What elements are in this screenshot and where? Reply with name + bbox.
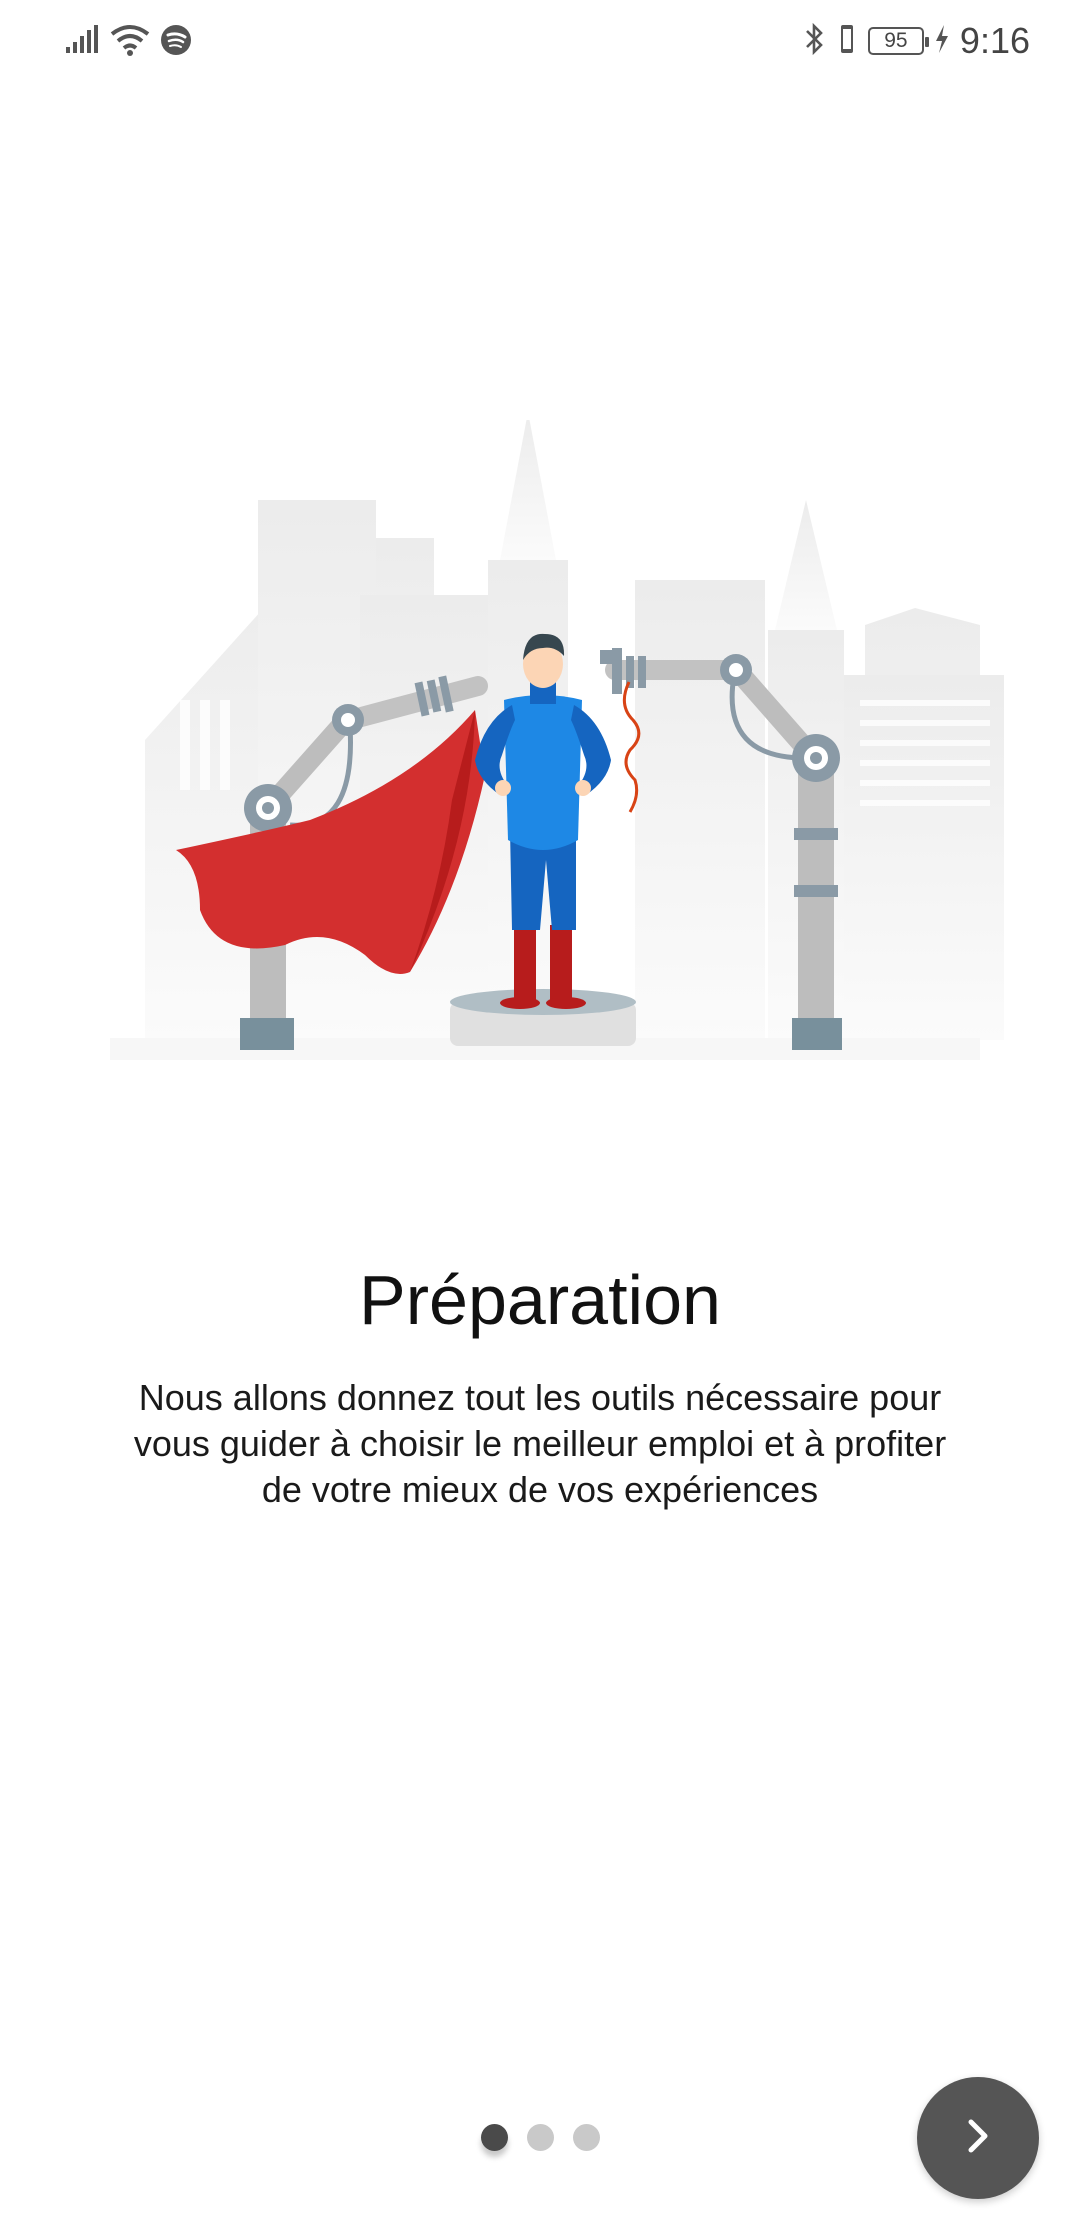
page-indicator (481, 2124, 600, 2151)
battery-level: 95 (884, 29, 908, 52)
page-dot-1[interactable] (481, 2124, 508, 2151)
page-dot-3[interactable] (573, 2124, 600, 2151)
spotify-icon (160, 24, 192, 61)
status-bar: 95 9:16 (0, 0, 1080, 80)
status-left-icons (66, 22, 192, 62)
chevron-right-icon (955, 2113, 1001, 2164)
onboarding-title: Préparation (359, 1261, 721, 1339)
battery-indicator: 95 (867, 27, 929, 55)
pedestal (450, 989, 636, 1046)
page-dot-2[interactable] (527, 2124, 554, 2151)
charging-icon (934, 24, 950, 59)
clock: 9:16 (959, 20, 1030, 61)
vibrate-icon (836, 22, 858, 61)
onboarding-description: Nous allons donnez tout les outils néces… (133, 1377, 947, 1510)
status-right-icons: 95 9:16 (804, 18, 1030, 64)
bluetooth-icon (804, 22, 826, 61)
wifi-icon (110, 24, 150, 61)
signal-icon (66, 24, 100, 60)
next-button[interactable] (917, 2077, 1039, 2199)
hero-illustration (100, 412, 1020, 1080)
